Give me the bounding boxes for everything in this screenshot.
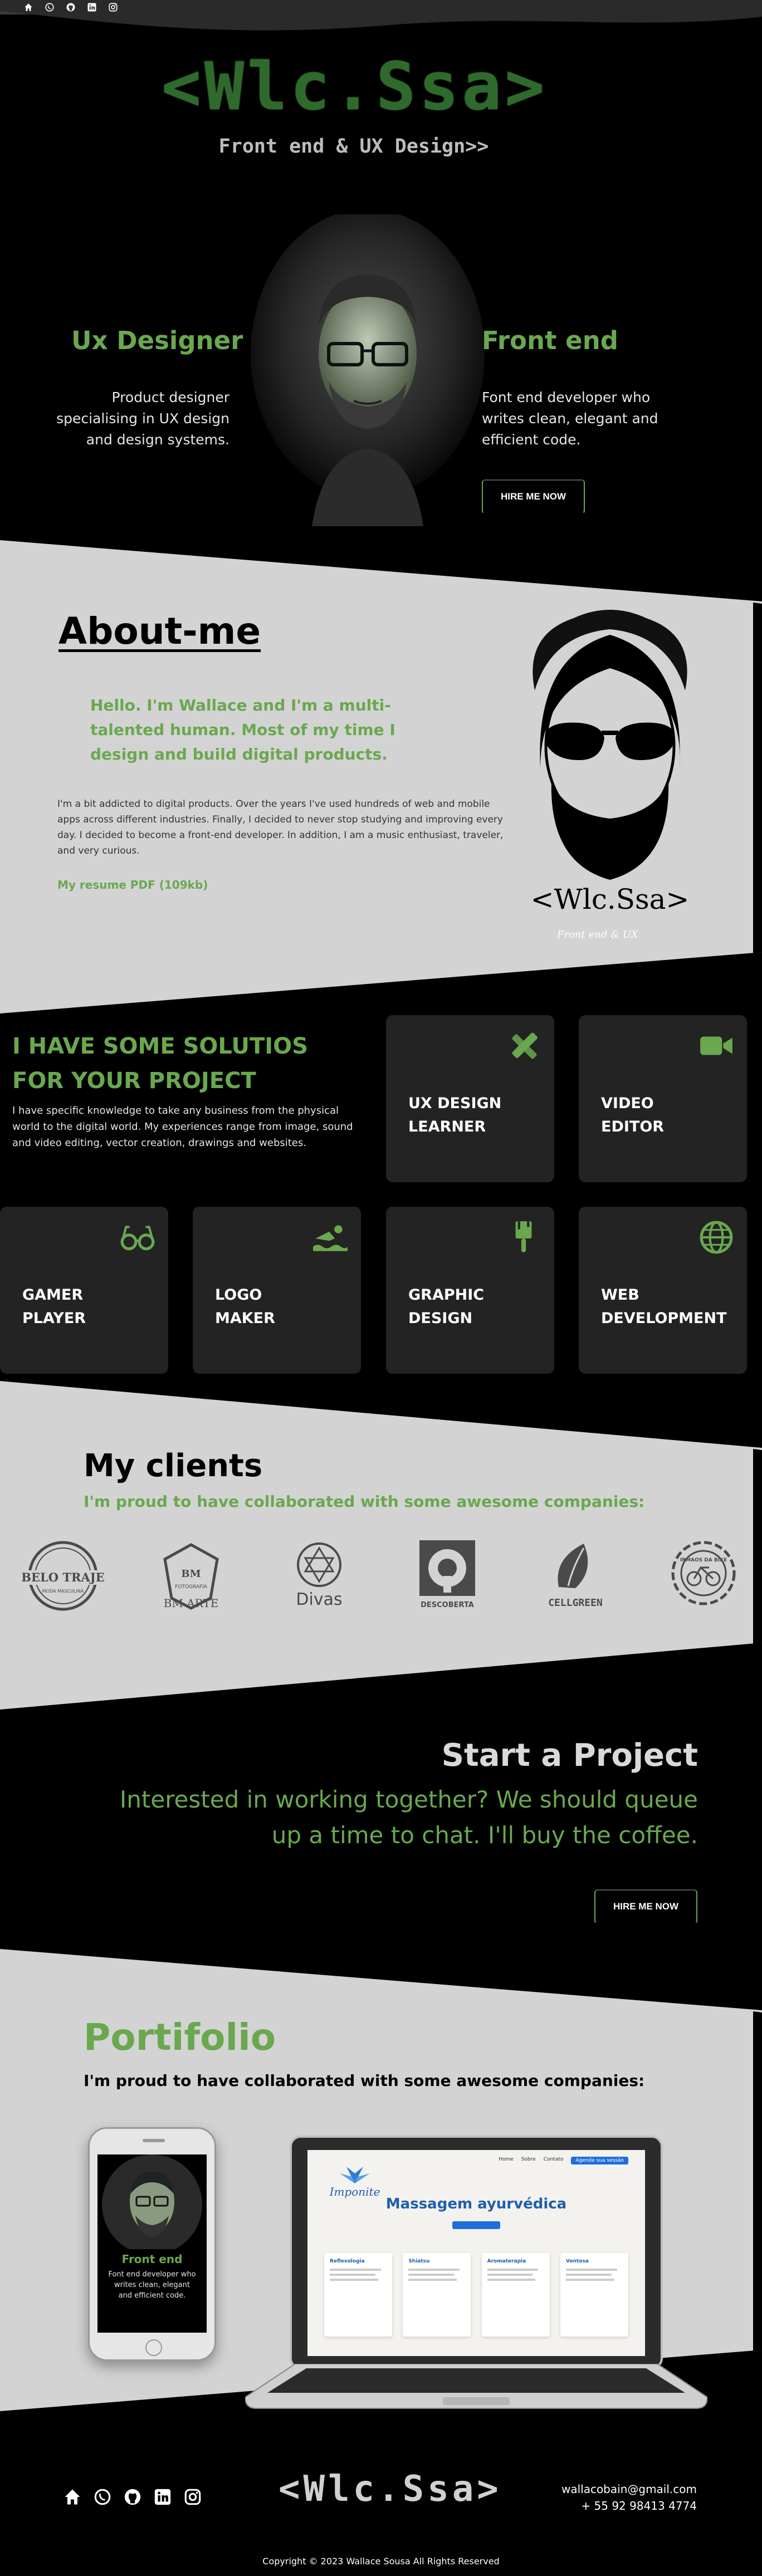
service-card-video-editor[interactable]: VIDEO EDITOR: [579, 1015, 747, 1182]
laptop-brand-logo: Imponite: [329, 2167, 380, 2198]
ux-designer-title: Ux Designer: [71, 326, 243, 355]
service-card-label: UX DESIGN LEARNER: [408, 1095, 502, 1135]
laptop-nav: Home Sobre Contato Agende sua sessão: [499, 2157, 628, 2164]
about-title: About-me: [58, 610, 261, 653]
hero-logo: <Wlc.Ssa>: [162, 48, 548, 125]
portrait-signature: <Wlc.Ssa>: [531, 883, 690, 915]
about-illustrated-portrait: <Wlc.Ssa>: [531, 610, 690, 915]
design-tools-icon: [512, 1032, 538, 1059]
phone-mockup: Front end Font end developer who writes …: [88, 2127, 216, 2361]
svg-text:FOTOGRAFIA: FOTOGRAFIA: [175, 1584, 208, 1590]
laptop-nav-book[interactable]: Agende sua sessão: [571, 2157, 628, 2164]
video-camera-icon: [700, 1036, 732, 1055]
start-hire-me-button[interactable]: HIRE ME NOW: [594, 1889, 697, 1924]
laptop-screen[interactable]: Home Sobre Contato Agende sua sessão Imp…: [307, 2150, 645, 2356]
clients-section-background: [0, 1381, 762, 1710]
service-card-label: WEB DEVELOPMENT: [601, 1286, 727, 1327]
client-logo-irmaos-da-bike: IRMAOS DA BIKE: [671, 1541, 736, 1605]
phone-speaker: [143, 2139, 165, 2142]
laptop-card[interactable]: Ventosa: [560, 2253, 628, 2337]
start-project-text: Interested in working together? We shoul…: [119, 1786, 698, 1849]
laptop-mockup: Home Sobre Contato Agende sua sessão Imp…: [290, 2136, 663, 2369]
client-logo-cellgreen: CELLGREEN: [548, 1544, 603, 1609]
clients-title: My clients: [84, 1448, 263, 1484]
front-end-text: Font end developer who writes clean, ele…: [482, 389, 658, 448]
copyright: Copyright © 2023 Wallace Sousa All Right…: [262, 2556, 500, 2567]
svg-text:Divas: Divas: [296, 1590, 342, 1609]
svg-text:BM: BM: [181, 1568, 201, 1580]
footer-social-icons: [62, 2487, 203, 2507]
service-card-label: VIDEO EDITOR: [601, 1095, 665, 1135]
svg-text:BM ARTE: BM ARTE: [164, 1596, 219, 1610]
service-card-label: GAMER PLAYER: [22, 1286, 86, 1327]
ux-designer-text: Product designer specialising in UX desi…: [56, 389, 229, 448]
front-end-title: Front end: [482, 326, 618, 355]
svg-text:CELLGREEN: CELLGREEN: [548, 1597, 603, 1609]
page: <Wlc.Ssa> Front end & UX Design>> Ux Des…: [0, 0, 762, 2576]
laptop-card[interactable]: Aromaterapia: [481, 2253, 550, 2337]
hero-subtitle: Front end & UX Design>>: [218, 135, 489, 158]
services-text: I have specific knowledge to take any bu…: [12, 1105, 353, 1149]
phone-screen[interactable]: Front end Font end developer who writes …: [97, 2154, 207, 2333]
hire-me-button[interactable]: HIRE ME NOW: [482, 479, 585, 514]
service-card-label: GRAPHIC DESIGN: [408, 1286, 485, 1327]
footer-logo: <Wlc.Ssa>: [279, 2469, 502, 2510]
service-card-label: LOGO MAKER: [215, 1286, 275, 1327]
client-logo-bm-arte: BM FOTOGRAFIA BM ARTE: [163, 1543, 219, 1610]
portrait-signature-sub: Front end & UX: [557, 929, 638, 941]
laptop-keyboard-base: [245, 2364, 707, 2409]
hero-profile-photo: [251, 214, 485, 526]
swimmer-icon: [313, 1225, 348, 1251]
instagram-icon[interactable]: [183, 2487, 203, 2507]
laptop-cta-button[interactable]: [452, 2221, 500, 2229]
home-icon[interactable]: [23, 2, 33, 12]
github-icon[interactable]: [66, 2, 76, 12]
service-card-logo-maker[interactable]: LOGO MAKER: [193, 1207, 361, 1374]
phone-title: Front end: [121, 2252, 183, 2266]
globe-icon: [700, 1221, 733, 1254]
instagram-icon[interactable]: [108, 2, 118, 12]
home-icon[interactable]: [62, 2487, 82, 2507]
start-project-title: Start a Project: [441, 1737, 698, 1774]
client-logo-belo-traje: BELO TRAJE MODA MASCULINA: [21, 1541, 105, 1611]
laptop-cards: Reflexologia Shiatsu Aromaterapia Ventos…: [324, 2253, 628, 2337]
laptop-card[interactable]: Shiatsu: [403, 2253, 471, 2337]
resume-link[interactable]: My resume PDF (109kb): [57, 878, 208, 892]
whatsapp-icon[interactable]: [92, 2487, 113, 2507]
top-social-bar: [0, 0, 762, 31]
svg-text:DESCOBERTA: DESCOBERTA: [421, 1601, 474, 1609]
laptop-nav-about[interactable]: Sobre: [521, 2157, 536, 2164]
paint-brush-icon: [515, 1221, 532, 1252]
portfolio-subtitle: I'm proud to have collaborated with some…: [84, 2071, 645, 2090]
about-text: I'm a bit addicted to digital products. …: [57, 799, 504, 856]
svg-text:MODA MASCULINA: MODA MASCULINA: [42, 1589, 84, 1594]
github-icon[interactable]: [123, 2487, 143, 2507]
phone-home-button[interactable]: [145, 2339, 162, 2356]
svg-text:IRMAOS DA BIKE: IRMAOS DA BIKE: [680, 1558, 727, 1563]
portfolio-title: Portifolio: [84, 2016, 276, 2059]
client-logo-divas: Divas: [296, 1542, 343, 1609]
clients-subtitle: I'm proud to have collaborated with some…: [84, 1492, 645, 1511]
about-lead: Hello. I'm Wallace and I'm a multi-talen…: [90, 696, 395, 763]
services-title: I HAVE SOME SOLUTIOS FOR YOUR PROJECT: [12, 1034, 308, 1094]
laptop-card[interactable]: Reflexologia: [324, 2253, 392, 2337]
footer-email[interactable]: wallacobain@gmail.com: [561, 2481, 697, 2497]
client-logo-descoberta: DESCOBERTA: [419, 1540, 475, 1609]
laptop-heading: Massagem ayurvédica: [385, 2196, 567, 2212]
phone-text: Font end developer who writes clean, ele…: [108, 2270, 196, 2300]
service-card-graphic-design[interactable]: GRAPHIC DESIGN: [386, 1207, 554, 1374]
service-card-gamer[interactable]: GAMER PLAYER: [0, 1207, 168, 1374]
linkedin-icon[interactable]: [87, 2, 97, 12]
phone-hero-photo: [102, 2154, 202, 2249]
footer-contact: wallacobain@gmail.com + 55 92 98413 4774: [561, 2481, 697, 2514]
service-card-ux-design[interactable]: UX DESIGN LEARNER: [386, 1015, 554, 1182]
svg-text:BELO TRAJE: BELO TRAJE: [21, 1570, 104, 1584]
laptop-nav-contact[interactable]: Contato: [544, 2157, 564, 2164]
glasses-icon: [120, 1226, 155, 1251]
whatsapp-icon[interactable]: [45, 2, 55, 12]
footer-phone[interactable]: + 55 92 98413 4774: [561, 2497, 697, 2514]
service-card-web-development[interactable]: WEB DEVELOPMENT: [579, 1207, 747, 1374]
linkedin-icon[interactable]: [153, 2487, 173, 2507]
laptop-nav-home[interactable]: Home: [499, 2157, 514, 2164]
